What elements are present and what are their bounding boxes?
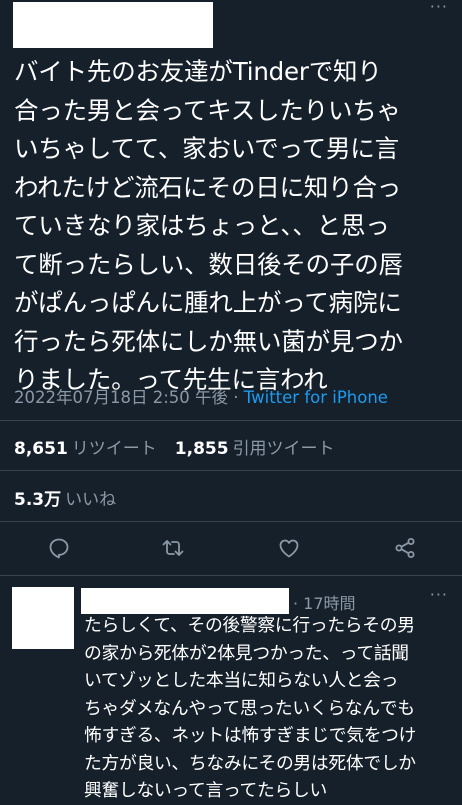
share-button[interactable] [393, 536, 417, 560]
divider [0, 470, 462, 471]
tweet-meta: 2022年07月18日 2:50 午後 · Twitter for iPhone [14, 384, 388, 408]
redacted-reply-username [81, 588, 289, 614]
tweet-text: バイト先のお友達がTinderで知り 合った男と会ってキスしたりいちゃ いちゃし… [14, 57, 403, 394]
redacted-username [13, 2, 213, 48]
tweet-source-link[interactable]: Twitter for iPhone [244, 388, 388, 407]
reply-text: たらしくて、その後警察に行ったらその男 の家から死体が2体見つかった、って話聞 … [84, 615, 417, 801]
retweets-count: 8,651 [14, 439, 68, 459]
divider [0, 420, 462, 421]
reply-button[interactable] [47, 536, 71, 560]
likes-label: いいね [65, 490, 117, 510]
reply-icon [49, 538, 69, 559]
quotes-stat[interactable]: 1,855 引用ツイート [175, 439, 335, 459]
meta-separator: · [228, 388, 244, 407]
quotes-label: 引用ツイート [232, 439, 335, 459]
more-icon[interactable]: ··· [430, 587, 448, 603]
share-icon [395, 538, 415, 558]
retweet-button[interactable] [161, 536, 185, 560]
like-button[interactable] [277, 536, 301, 560]
avatar[interactable] [12, 587, 74, 649]
divider [0, 521, 462, 522]
retweet-icon [162, 540, 184, 556]
divider [0, 575, 462, 576]
retweets-stat[interactable]: 8,651 リツイート [14, 439, 157, 459]
retweets-label: リツイート [71, 439, 157, 459]
retweet-stats: 8,651 リツイート 1,855 引用ツイート [14, 434, 335, 459]
quotes-count: 1,855 [174, 439, 229, 459]
reply-timestamp: · 17時間 [293, 594, 356, 613]
tweet-timestamp[interactable]: 2022年07月18日 2:50 午後 [14, 388, 228, 407]
more-icon[interactable]: ··· [430, 0, 448, 15]
like-icon [279, 539, 299, 558]
likes-stat[interactable]: 5.3万 いいね [14, 485, 116, 510]
likes-count: 5.3万 [14, 490, 62, 510]
